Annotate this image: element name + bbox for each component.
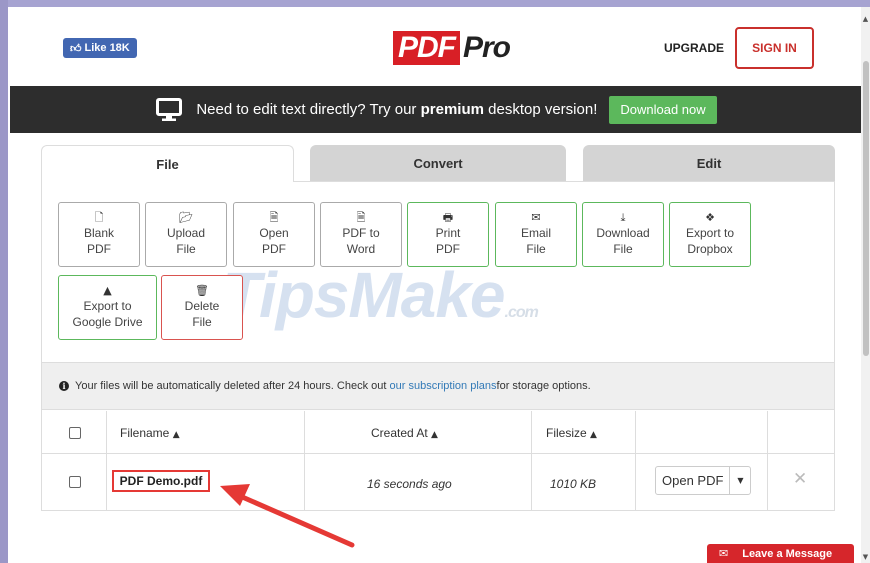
promo-text-bold: premium bbox=[420, 101, 484, 118]
notice-text-before: Your files will be automatically deleted… bbox=[75, 380, 387, 392]
email-file-button[interactable]: ✉︎ Email File bbox=[495, 202, 577, 267]
tool-label-line1: Delete bbox=[184, 299, 220, 313]
created-header-label: Created At bbox=[371, 426, 428, 440]
filesize-header-label: Filesize bbox=[546, 426, 587, 440]
subscription-plans-link[interactable]: our subscription plans bbox=[390, 380, 497, 392]
filename-header-label: Filename bbox=[120, 426, 170, 440]
tool-label-line1: PDF to bbox=[342, 226, 380, 240]
envelope-icon: ✉︎ bbox=[719, 547, 729, 560]
tool-label-line1: Blank bbox=[83, 226, 115, 240]
sign-in-button[interactable]: SIGN IN bbox=[735, 27, 814, 69]
chevron-down-icon[interactable]: ▼ bbox=[730, 467, 750, 494]
tool-label-line1: Export to bbox=[83, 299, 132, 313]
column-divider bbox=[106, 411, 107, 510]
promo-text-after: desktop version! bbox=[483, 101, 598, 118]
tool-label-line2: File bbox=[613, 242, 633, 256]
select-all-checkbox[interactable] bbox=[69, 427, 81, 439]
print-icon: 🖶︎ bbox=[442, 211, 454, 224]
dropbox-icon: ❖ bbox=[705, 211, 715, 224]
scroll-down-icon[interactable]: ▼ bbox=[861, 553, 870, 561]
leave-message-label: Leave a Message bbox=[742, 547, 833, 560]
print-pdf-button[interactable]: 🖶︎ Print PDF bbox=[407, 202, 489, 267]
monitor-icon bbox=[156, 97, 183, 121]
download-icon: ⤓ bbox=[620, 211, 626, 224]
sort-icon: ▲︎ bbox=[590, 430, 597, 440]
tab-convert[interactable]: Convert bbox=[310, 145, 566, 181]
file-word-icon: 🗎︎ bbox=[356, 211, 366, 224]
tool-label-line1: Print bbox=[435, 226, 461, 240]
tool-label-line2: Dropbox bbox=[687, 242, 733, 256]
tool-label-line1: Email bbox=[520, 226, 551, 240]
open-pdf-button[interactable]: 🗎︎ Open PDF bbox=[233, 202, 315, 267]
tool-label-line1: Upload bbox=[166, 226, 206, 240]
header-row-divider bbox=[42, 453, 834, 454]
tab-edit[interactable]: Edit bbox=[583, 145, 835, 181]
window-frame-left bbox=[0, 0, 8, 563]
download-file-button[interactable]: ⤓ Download File bbox=[582, 202, 664, 267]
window-frame-top bbox=[0, 0, 870, 7]
promo-text: Need to edit text directly? Try our prem… bbox=[196, 101, 597, 118]
tool-label-line2: File bbox=[192, 315, 212, 329]
scrollbar-thumb[interactable] bbox=[863, 61, 869, 356]
download-now-button[interactable]: Download now bbox=[609, 95, 717, 124]
tool-label-line2: PDF bbox=[262, 242, 286, 256]
filename-column-header[interactable]: Filename ▲︎ bbox=[120, 426, 180, 440]
tool-label-line1: Open bbox=[259, 226, 289, 240]
promo-text-before: Need to edit text directly? Try our bbox=[196, 101, 421, 118]
sort-icon: ▲︎ bbox=[172, 430, 180, 440]
scroll-up-icon[interactable]: ▲ bbox=[861, 15, 870, 23]
file-pdf-icon: 🗎︎ bbox=[269, 211, 279, 224]
open-pdf-split-button: Open PDF ▼ bbox=[655, 466, 752, 495]
tool-label-line1: Download bbox=[596, 226, 650, 240]
trash-icon: 🗑︎ bbox=[195, 284, 209, 297]
delete-file-button[interactable]: 🗑︎ Delete File bbox=[161, 275, 243, 340]
notice-text-after: for storage options. bbox=[496, 380, 591, 392]
tool-label-line2: Word bbox=[346, 242, 376, 256]
upgrade-link[interactable]: UPGRADE bbox=[664, 41, 724, 55]
folder-open-icon: 📂︎ bbox=[179, 211, 193, 224]
file-icon: 🗋︎ bbox=[94, 211, 104, 224]
page-scrollbar[interactable]: ▲ ▼ bbox=[861, 7, 870, 563]
column-divider bbox=[635, 411, 636, 510]
file-table: Filename ▲︎ Created At ▲︎ Filesize ▲︎ PD… bbox=[42, 411, 834, 510]
sort-icon: ▲︎ bbox=[431, 430, 438, 440]
tool-label-line2: PDF bbox=[436, 242, 460, 256]
export-dropbox-button[interactable]: ❖ Export to Dropbox bbox=[669, 202, 751, 267]
google-drive-icon: ▲ bbox=[103, 284, 112, 297]
pdfpro-logo[interactable]: PDF Pro bbox=[393, 30, 511, 66]
created-at-cell: 16 seconds ago bbox=[367, 477, 452, 491]
blank-pdf-button[interactable]: 🗋︎ Blank PDF bbox=[58, 202, 140, 267]
leave-message-button[interactable]: ✉︎ Leave a Message bbox=[707, 544, 854, 563]
open-pdf-action-button[interactable]: Open PDF bbox=[656, 467, 731, 494]
logo-pro-text: Pro bbox=[463, 31, 511, 64]
thumbs-up-icon: 👍︎ bbox=[70, 42, 82, 55]
tool-label-line2: File bbox=[176, 242, 196, 256]
info-icon: i bbox=[59, 381, 69, 391]
facebook-like-button[interactable]: 👍︎ Like 18K bbox=[63, 38, 137, 58]
storage-notice: i Your files will be automatically delet… bbox=[42, 362, 834, 410]
logo-pdf-text: PDF bbox=[393, 31, 460, 65]
export-google-drive-button[interactable]: ▲ Export to Google Drive bbox=[58, 275, 157, 340]
column-divider bbox=[767, 411, 768, 510]
tool-label-line2: File bbox=[526, 242, 546, 256]
created-at-column-header[interactable]: Created At ▲︎ bbox=[371, 426, 438, 440]
filesize-column-header[interactable]: Filesize ▲︎ bbox=[546, 426, 597, 440]
tool-label-line2: Google Drive bbox=[72, 315, 143, 329]
like-label: Like 18K bbox=[84, 42, 130, 54]
tab-file[interactable]: File bbox=[41, 145, 294, 182]
premium-promo-bar: Need to edit text directly? Try our prem… bbox=[10, 86, 863, 133]
tool-label-line1: Export to bbox=[685, 226, 735, 240]
pdf-to-word-button[interactable]: 🗎︎ PDF to Word bbox=[320, 202, 402, 267]
tool-label-line2: PDF bbox=[87, 242, 111, 256]
column-divider bbox=[531, 411, 532, 510]
filesize-cell: 1010 KB bbox=[550, 477, 597, 491]
envelope-icon: ✉︎ bbox=[531, 211, 541, 224]
close-icon[interactable]: ✕ bbox=[793, 469, 807, 489]
column-divider bbox=[304, 411, 305, 510]
upload-file-button[interactable]: 📂︎ Upload File bbox=[145, 202, 227, 267]
row-checkbox[interactable] bbox=[69, 476, 81, 488]
file-name-cell[interactable]: PDF Demo.pdf bbox=[112, 470, 210, 492]
